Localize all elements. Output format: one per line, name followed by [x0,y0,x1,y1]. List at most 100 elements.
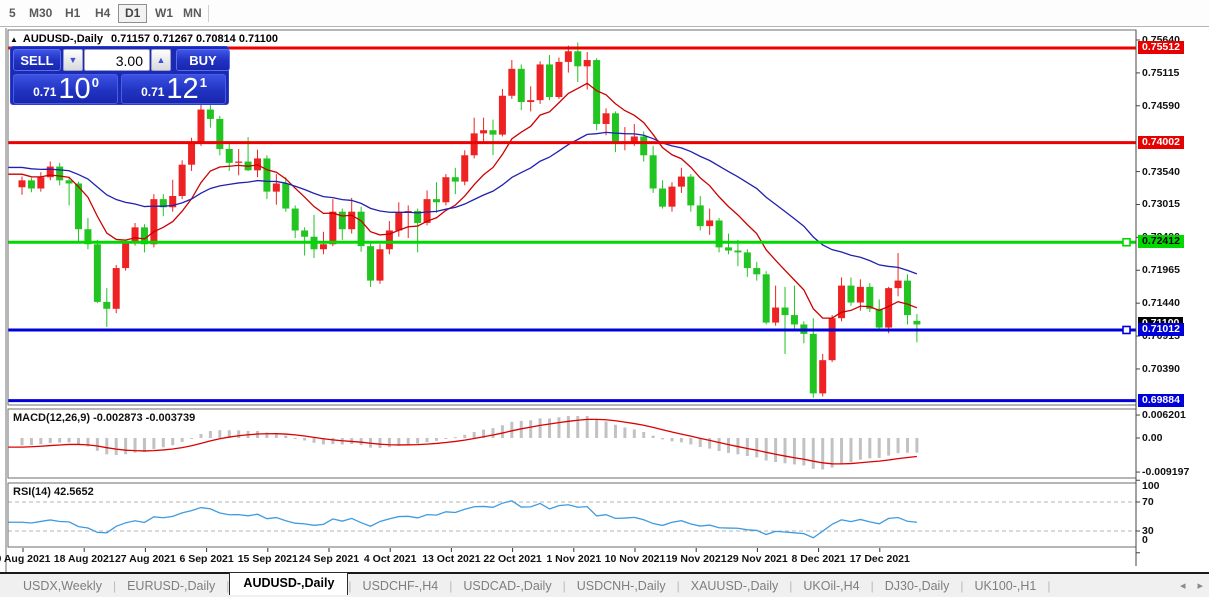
chart-ohlc-values: 0.71157 0.71267 0.70814 0.71100 [111,33,278,45]
tab-usdcnh-daily[interactable]: USDCNH-,Daily [566,577,677,595]
hline-marker [1123,326,1130,333]
buy-button[interactable]: BUY [176,49,230,71]
macd-hist-bar [435,438,438,441]
macd-hist-bar [115,438,118,455]
hline-marker [1123,239,1130,246]
macd-hist-bar [614,425,617,438]
macd-hist-bar [218,430,221,438]
sell-price-big: 10 [58,76,90,102]
macd-hist-bar [539,418,542,438]
macd-hist-bar [162,438,165,447]
macd-hist-bar [557,417,560,438]
macd-hist-bar [718,438,721,451]
macd-hist-bar [190,438,193,439]
tab-usdcad-daily[interactable]: USDCAD-,Daily [452,577,562,595]
macd-hist-bar [454,437,457,438]
macd-hist-bar [444,438,447,439]
macd-hist-bar [802,438,805,465]
macd-hist-bar [388,438,391,447]
macd-hist-bar [294,438,297,439]
macd-hist-bar [661,438,664,439]
macd-hist-bar [49,438,52,443]
ma-slow-line [8,132,917,274]
tab-uk100-h1[interactable]: UK100-,H1 [964,577,1048,595]
macd-hist-bar [840,438,843,464]
macd-hist-bar [58,438,61,443]
tab-separator: | [1047,579,1050,593]
macd-hist-bar [331,438,334,444]
macd-hist-bar [124,438,127,454]
buy-price-big: 12 [166,76,198,102]
macd-hist-bar [68,438,71,442]
tab-scroll-left-icon[interactable]: ◂ [1180,579,1186,592]
volume-decrease-button[interactable]: ▼ [63,49,83,71]
macd-hist-bar [171,438,174,445]
tab-ukoil-h4[interactable]: UKOil-,H4 [792,577,870,595]
trade-panel-row2: 0.71100 0.71121 [13,74,226,104]
volume-increase-button[interactable]: ▲ [151,49,171,71]
tab-eurusd-daily[interactable]: EURUSD-,Daily [116,577,226,595]
macd-hist-bar [378,438,381,448]
chart-symbol-title: AUDUSD-,Daily [23,33,103,45]
tab-usdchf-h4[interactable]: USDCHF-,H4 [352,577,450,595]
volume-input[interactable]: 3.00 [84,49,150,71]
macd-hist-bar [793,438,796,464]
sell-button[interactable]: SELL [13,49,61,71]
macd-hist-bar [426,438,429,442]
sell-price-display[interactable]: 0.71100 [13,74,118,104]
tab-scroll-right-icon[interactable]: ▸ [1197,579,1203,592]
macd-hist-bar [303,438,306,440]
tab-nav: ◂ ▸ [1180,579,1203,592]
macd-hist-bar [652,436,655,438]
macd-hist-bar [105,438,108,454]
one-click-trading-panel: SELL ▼ 3.00 ▲ BUY 0.71100 0.71121 [10,46,229,105]
macd-hist-bar [868,438,871,458]
macd-hist-bar [595,419,598,438]
macd-hist-bar [906,438,909,453]
macd-hist-bar [77,438,80,444]
macd-hist-bar [96,438,99,451]
buy-price-display[interactable]: 0.71121 [121,74,226,104]
tab-audusd-daily[interactable]: AUDUSD-,Daily [229,572,348,595]
macd-hist-bar [878,438,881,458]
rsi-line [8,501,917,538]
macd-hist-bar [567,416,570,438]
macd-hist-bar [765,438,768,461]
sell-price-base: 0.71 [33,85,56,99]
chart-header: ▲ AUDUSD-,Daily 0.71157 0.71267 0.70814 0.… [10,33,278,45]
macd-hist-bar [689,438,692,444]
macd-hist-bar [237,430,240,438]
macd-hist-bar [774,438,777,462]
macd-hist-bar [897,438,900,453]
macd-hist-bar [576,416,579,438]
macd-hist-bar [548,419,551,438]
macd-hist-bar [623,427,626,438]
macd-hist-bar [407,438,410,444]
macd-hist-bar [859,438,862,460]
macd-hist-bar [642,432,645,438]
tab-usdx-weekly[interactable]: USDX,Weekly [12,577,113,595]
macd-hist-bar [699,438,702,447]
collapse-panel-icon[interactable]: ▲ [10,35,18,44]
macd-hist-bar [473,432,476,438]
macd-hist-bar [416,438,419,444]
arrow-up-icon: ▲ [157,55,166,65]
macd-hist-bar [529,420,532,438]
sell-price-sup: 0 [92,75,99,90]
macd-hist-bar [887,438,890,456]
tab-xauusd-daily[interactable]: XAUUSD-,Daily [680,577,790,595]
chart-tab-bar: USDX,Weekly|EURUSD-,Daily|AUDUSD-,Daily|… [0,574,1209,597]
tab-dj30-daily[interactable]: DJ30-,Daily [874,577,961,595]
macd-hist-bar [313,438,316,443]
macd-hist-bar [915,438,918,453]
macd-hist-bar [181,438,184,442]
macd-hist-bar [755,438,758,457]
buy-price-base: 0.71 [141,85,164,99]
macd-hist-bar [510,422,513,438]
arrow-down-icon: ▼ [69,55,78,65]
mt4-window: 5M30H1H4D1W1MN 0.756400.751150.745900.73… [0,0,1209,597]
macd-hist-bar [670,438,673,441]
ma-fast-line [8,83,917,318]
macd-hist-bar [680,438,683,442]
trade-panel-row1: SELL ▼ 3.00 ▲ BUY [13,49,226,72]
